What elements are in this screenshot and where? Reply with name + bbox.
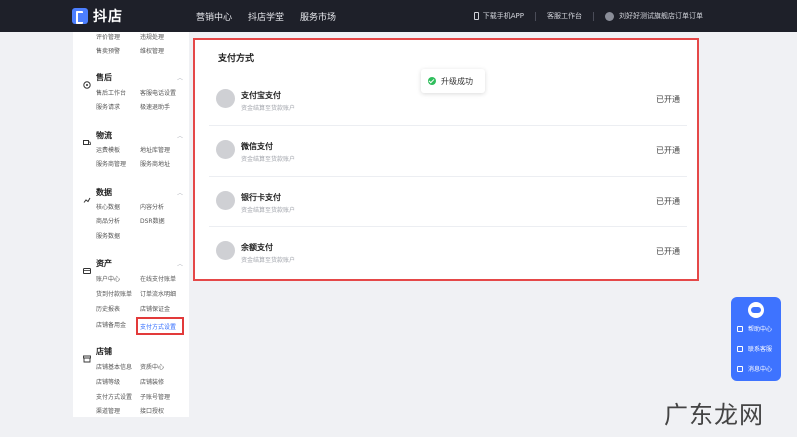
sidebar-item[interactable]: 服务商地址 (140, 159, 170, 168)
payment-method-desc: 资金结算至货款账户 (241, 207, 296, 214)
watermark: 广东龙网 (664, 401, 764, 429)
user-menu[interactable]: 刘好好测试旗舰店订单订单 (605, 11, 703, 21)
logo-text: 抖店 (93, 9, 123, 25)
payment-method-name: 余额支付 (241, 243, 273, 252)
truck-icon (83, 132, 91, 145)
alipay-icon (216, 89, 235, 108)
sidebar-group-aftersale[interactable]: 售后 (83, 72, 112, 89)
chevron-up-icon[interactable]: ︿ (177, 131, 183, 140)
sidebar-item[interactable]: 服务数据 (96, 231, 120, 240)
payment-method-desc: 资金结算至货款账户 (241, 257, 296, 264)
payment-method-status: 已开通 (656, 247, 680, 256)
payment-method-row: 微信支付 资金结算至货款账户 已开通 (209, 126, 687, 176)
sidebar-group-store[interactable]: 店铺 (83, 346, 112, 362)
top-nav: 营销中心 抖店学堂 服务市场 (196, 0, 352, 32)
sidebar-item[interactable]: 店铺保证金 (140, 304, 170, 313)
sidebar-item[interactable]: 维权管理 (140, 46, 164, 55)
help-center-link[interactable]: 帮助中心 (737, 324, 772, 333)
sidebar-item[interactable]: 服务请求 (96, 102, 120, 111)
page-title: 支付方式 (218, 54, 255, 64)
sidebar-item[interactable]: 账户中心 (96, 274, 120, 283)
sidebar-item[interactable]: 在线支付账单 (140, 274, 176, 283)
sidebar-item[interactable]: 极速退助手 (140, 102, 170, 111)
payment-method-status: 已开通 (656, 146, 680, 155)
phone-icon (473, 12, 479, 20)
wechat-pay-icon (216, 140, 235, 159)
headset-icon (737, 345, 743, 352)
payment-method-name: 银行卡支付 (241, 193, 281, 202)
help-widget: 帮助中心 联系客服 消息中心 (731, 297, 781, 381)
nav-academy[interactable]: 抖店学堂 (248, 10, 284, 23)
avatar (605, 11, 614, 21)
sidebar-item[interactable]: 商品分析 (96, 216, 120, 225)
sidebar-item[interactable]: 店铺装修 (140, 377, 164, 386)
sidebar-item[interactable]: 子账号管理 (140, 392, 170, 401)
payment-method-name: 微信支付 (241, 142, 273, 151)
sidebar-item[interactable]: 售卖预警 (96, 46, 120, 55)
help-icon (737, 325, 743, 332)
sidebar-item[interactable]: 客服电话设置 (140, 88, 176, 97)
balance-icon (216, 241, 235, 260)
message-center-link[interactable]: 消息中心 (737, 364, 772, 373)
top-bar: 抖店 营销中心 抖店学堂 服务市场 下载手机APP 客服工作台 刘好好测试旗舰店… (0, 0, 797, 32)
service-desk-link[interactable]: 客服工作台 (547, 11, 582, 21)
chevron-up-icon[interactable]: ︿ (177, 259, 183, 268)
sidebar-item[interactable]: 资质中心 (140, 362, 164, 371)
nav-service-market[interactable]: 服务市场 (300, 10, 336, 23)
payment-method-row: 银行卡支付 资金结算至货款账户 已开通 (209, 177, 687, 227)
sidebar-item[interactable]: 店铺基本信息 (96, 362, 132, 371)
sidebar-item[interactable]: 核心数据 (96, 202, 120, 211)
payment-method-status: 已开通 (656, 95, 680, 104)
nav-marketing[interactable]: 营销中心 (196, 10, 232, 23)
contact-support-link[interactable]: 联系客服 (737, 344, 772, 353)
sidebar: 评价管理 违规处理 售卖预警 维权管理 售后 ︿ 售后工作台 客服电话设置 服务… (73, 32, 189, 417)
sidebar-item[interactable]: 运费模板 (96, 145, 120, 154)
payment-method-name: 支付宝支付 (241, 91, 281, 100)
sidebar-item-payment-settings[interactable]: 支付方式设置 (140, 322, 176, 331)
sidebar-group-assets[interactable]: 资产 (83, 258, 112, 274)
sidebar-item[interactable]: 评价管理 (96, 32, 120, 41)
payment-methods-panel: 支付方式 支付宝支付 资金结算至货款账户 已开通 微信支付 资金结算至货款账户 … (193, 38, 699, 281)
store-icon (83, 348, 91, 362)
sidebar-item[interactable]: 店铺备用金 (96, 320, 126, 329)
success-toast: 升级成功 (421, 69, 485, 93)
sidebar-item[interactable]: 接口授权 (140, 406, 164, 415)
top-right-links: 下载手机APP 客服工作台 刘好好测试旗舰店订单订单 (473, 0, 703, 32)
payment-method-row: 余额支付 资金结算至货款账户 已开通 (209, 227, 687, 277)
sidebar-group-logistics[interactable]: 物流 (83, 130, 112, 145)
assistant-icon[interactable] (748, 302, 764, 318)
sidebar-item[interactable]: 渠道管理 (96, 406, 120, 415)
sidebar-item[interactable]: 订单流水明细 (140, 289, 176, 298)
sidebar-item[interactable]: DSR数据 (140, 216, 165, 225)
sidebar-item[interactable]: 地址库管理 (140, 145, 170, 154)
sidebar-item[interactable]: 货到付款账单 (96, 289, 132, 298)
sidebar-item[interactable]: 支付方式设置 (96, 392, 132, 401)
logo[interactable]: 抖店 (72, 6, 123, 26)
message-icon (737, 365, 743, 372)
payment-method-desc: 资金结算至货款账户 (241, 105, 296, 112)
sidebar-item[interactable]: 内容分析 (140, 202, 164, 211)
sidebar-item[interactable]: 服务商管理 (96, 159, 126, 168)
chevron-up-icon[interactable]: ︿ (177, 73, 183, 82)
wallet-icon (83, 260, 91, 274)
chart-icon (83, 189, 91, 203)
download-app-link[interactable]: 下载手机APP (473, 11, 524, 21)
headset-icon (83, 74, 91, 89)
sidebar-item[interactable]: 违规处理 (140, 32, 164, 41)
check-circle-icon (428, 77, 436, 85)
sidebar-item[interactable]: 历史报表 (96, 304, 120, 313)
payment-method-status: 已开通 (656, 197, 680, 206)
chevron-up-icon[interactable]: ︿ (177, 188, 183, 197)
sidebar-item[interactable]: 店铺等级 (96, 377, 120, 386)
payment-method-desc: 资金结算至货款账户 (241, 156, 296, 163)
sidebar-item[interactable]: 售后工作台 (96, 88, 126, 97)
toast-message: 升级成功 (441, 76, 473, 86)
bank-card-icon (216, 191, 235, 210)
sidebar-group-data[interactable]: 数据 (83, 187, 112, 203)
douyin-logo-icon (72, 8, 88, 24)
